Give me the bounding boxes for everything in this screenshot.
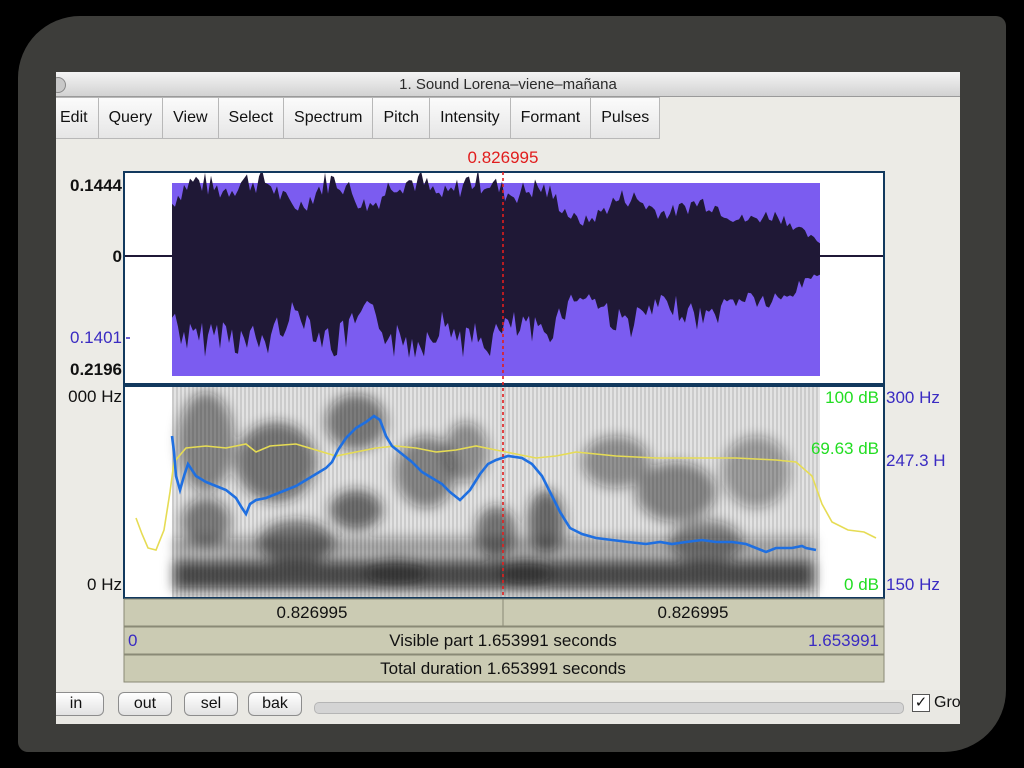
- pitch-bottom-label: 150 Hz: [886, 575, 940, 594]
- zoom-selection-button[interactable]: sel: [184, 692, 238, 716]
- intensity-top-label: 100 dB: [825, 388, 879, 407]
- praat-sound-editor-window: 1. Sound Lorena–viene–mañana Edit Query …: [56, 72, 960, 724]
- visible-end-time: 1.653991: [808, 631, 879, 650]
- bottom-control-bar: in out sel bak ✓ Gro: [56, 690, 960, 724]
- spectrogram-image: [172, 386, 820, 598]
- total-duration-text: Total duration 1.653991 seconds: [380, 659, 626, 678]
- pitch-top-label: 300 Hz: [886, 388, 940, 407]
- waveform-top-label: 0.1444: [70, 176, 123, 195]
- horizontal-scrollbar[interactable]: [314, 702, 904, 714]
- zoom-out-button[interactable]: out: [118, 692, 172, 716]
- waveform-bottom-label: 0.2196: [70, 360, 122, 379]
- waveform-selection-label: 0.1401: [70, 328, 122, 347]
- pitch-current-label: 247.3 H: [886, 451, 946, 470]
- cursor-left-time: 0.826995: [277, 603, 348, 622]
- waveform-zero-label: 0: [113, 247, 122, 266]
- cursor-right-time: 0.826995: [658, 603, 729, 622]
- group-checkbox-label: Gro: [934, 694, 960, 711]
- zoom-in-button[interactable]: in: [56, 692, 104, 716]
- visible-part-text: Visible part 1.653991 seconds: [389, 631, 616, 650]
- intensity-current-label: 69.63 dB: [811, 439, 879, 458]
- group-checkbox[interactable]: ✓: [912, 694, 930, 712]
- visible-start-time: 0: [128, 631, 137, 650]
- sound-editor-canvas[interactable]: 0.826995 0.1444 0 0.1401 0.2196 000 Hz 0…: [56, 72, 960, 690]
- cursor-time-label: 0.826995: [468, 148, 539, 167]
- zoom-back-button[interactable]: bak: [248, 692, 302, 716]
- frequency-bottom-label: 0 Hz: [87, 575, 122, 594]
- intensity-bottom-label: 0 dB: [844, 575, 879, 594]
- frequency-top-label: 000 Hz: [68, 387, 122, 406]
